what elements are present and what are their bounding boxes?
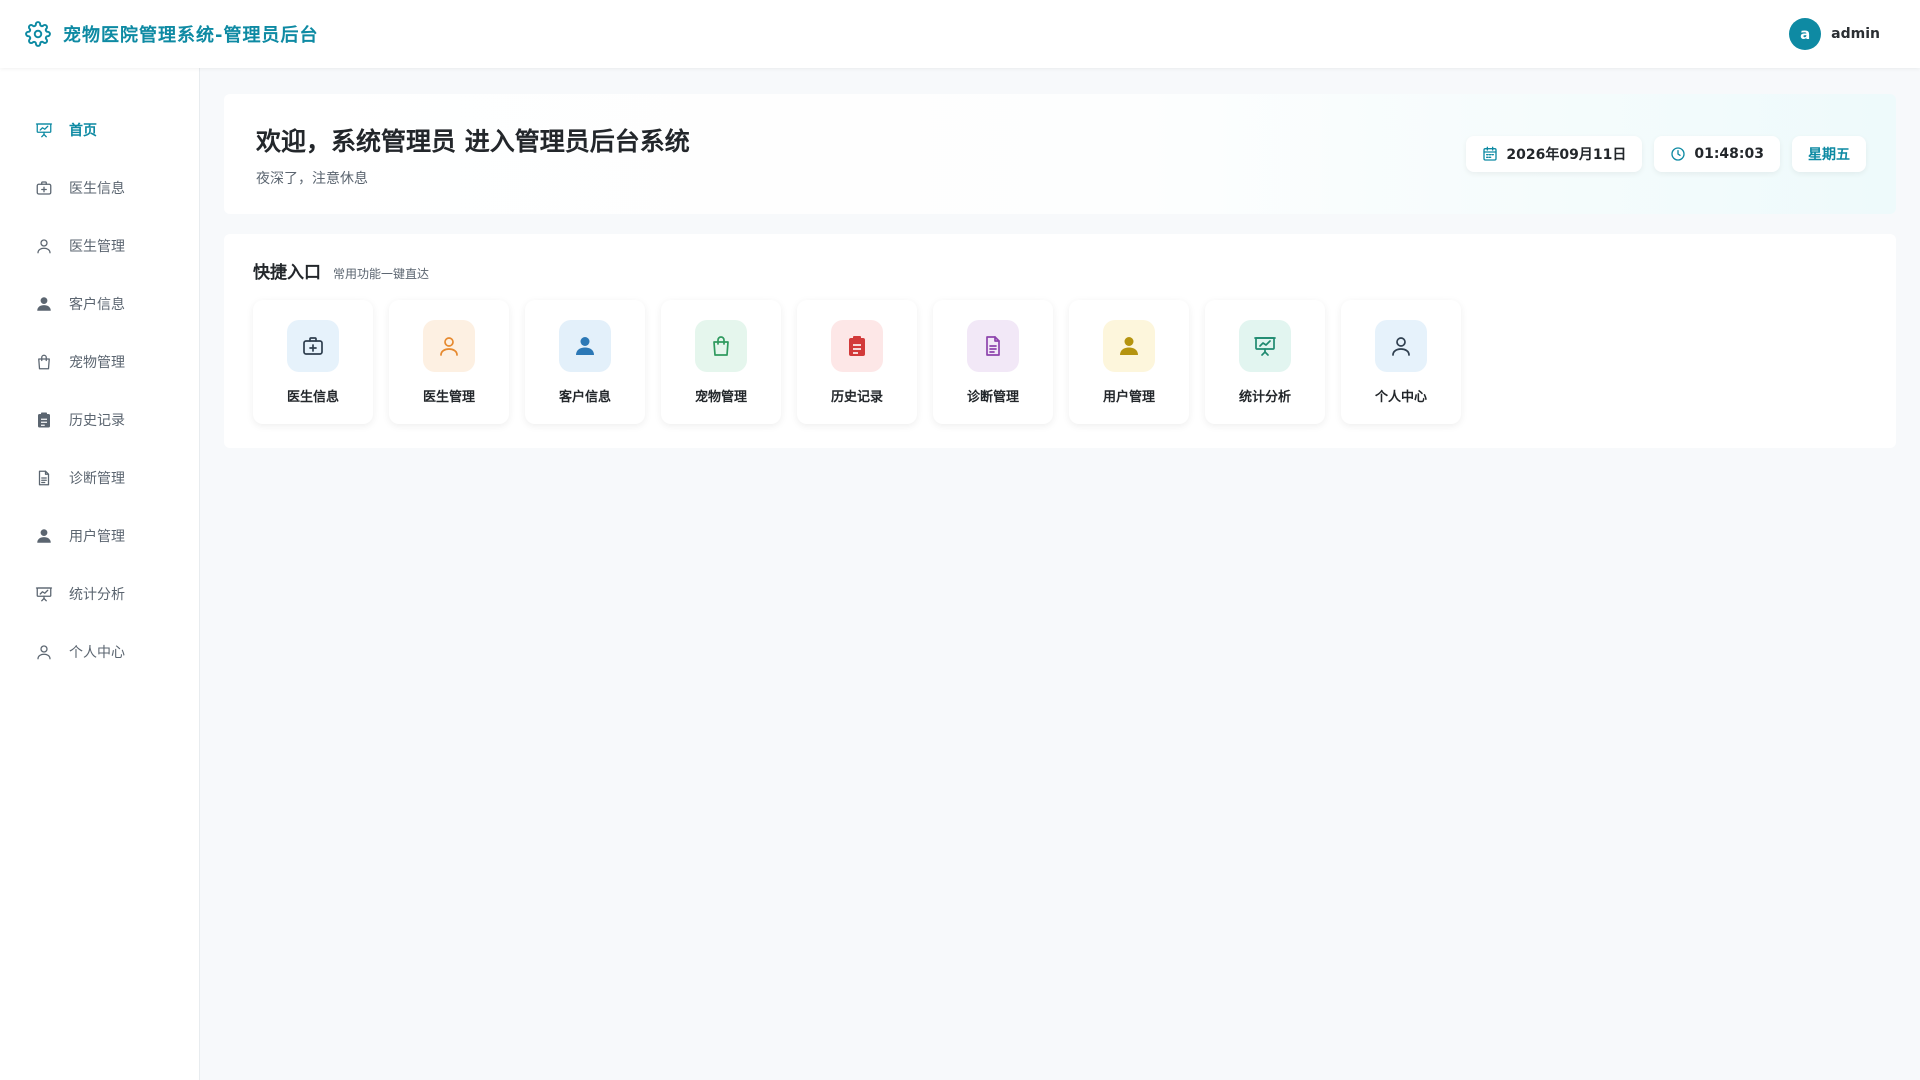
presentation-chart-icon <box>35 121 53 139</box>
quick-tile-label: 诊断管理 <box>966 390 1019 405</box>
quick-access-subtitle: 常用功能一键直达 <box>333 267 430 281</box>
app-title: 宠物医院管理系统-管理员后台 <box>63 25 319 46</box>
sidebar-item-8[interactable]: 统计分析 <box>0 565 199 623</box>
quick-access-title: 快捷入口 <box>253 263 321 283</box>
sidebar-item-1[interactable]: 医生信息 <box>0 159 199 217</box>
quick-tile-label: 宠物管理 <box>694 390 747 405</box>
quick-tile-label: 个人中心 <box>1374 390 1427 405</box>
user-menu[interactable]: a admin <box>1789 18 1880 50</box>
quick-tile-1[interactable]: 医生管理 <box>389 300 509 424</box>
clipboard-icon <box>831 320 883 372</box>
welcome-banner: 欢迎，系统管理员 进入管理员后台系统 夜深了，注意休息 2026年09月11日 <box>224 94 1896 214</box>
quick-tile-label: 医生管理 <box>422 390 475 405</box>
weekday-text: 星期五 <box>1808 147 1850 163</box>
quick-tile-7[interactable]: 统计分析 <box>1205 300 1325 424</box>
quick-access-tiles: 医生信息 医生管理 客户信息 宠物管理 历史记录 诊断管理 用户管理 统计分析 个人中心 <box>253 300 1477 424</box>
user-filled-icon <box>559 320 611 372</box>
top-bar: 宠物医院管理系统-管理员后台 a admin <box>0 0 1920 68</box>
quick-tile-label: 客户信息 <box>558 390 611 405</box>
clock-icon <box>1670 146 1686 162</box>
sidebar-item-label: 宠物管理 <box>69 355 125 371</box>
clipboard-icon <box>35 411 53 429</box>
sidebar-item-4[interactable]: 宠物管理 <box>0 333 199 391</box>
user-outline-icon <box>1375 320 1427 372</box>
gear-icon <box>25 21 51 47</box>
sidebar-item-7[interactable]: 用户管理 <box>0 507 199 565</box>
quick-tile-5[interactable]: 诊断管理 <box>933 300 1053 424</box>
sidebar: 首页医生信息医生管理客户信息宠物管理历史记录诊断管理用户管理统计分析个人中心 <box>0 68 200 1080</box>
datetime-chips: 2026年09月11日 01:48:03 星期五 <box>1454 136 1866 172</box>
username[interactable]: admin <box>1831 26 1880 42</box>
quick-tile-label: 统计分析 <box>1238 390 1291 405</box>
brand[interactable]: 宠物医院管理系统-管理员后台 <box>25 21 318 47</box>
sidebar-item-0[interactable]: 首页 <box>0 101 199 159</box>
sidebar-item-5[interactable]: 历史记录 <box>0 391 199 449</box>
sidebar-item-label: 历史记录 <box>69 413 125 429</box>
sidebar-item-label: 用户管理 <box>69 529 125 545</box>
sidebar-item-label: 医生管理 <box>69 239 125 255</box>
sidebar-item-label: 个人中心 <box>69 645 125 661</box>
presentation-chart-icon <box>1239 320 1291 372</box>
user-outline-icon <box>423 320 475 372</box>
medical-kit-icon <box>35 179 53 197</box>
time-text: 01:48:03 <box>1694 146 1764 162</box>
document-icon <box>35 469 53 487</box>
calendar-icon <box>1482 146 1498 162</box>
sidebar-item-2[interactable]: 医生管理 <box>0 217 199 275</box>
quick-access-panel: 快捷入口 常用功能一键直达 医生信息 医生管理 客户信息 宠物管理 历史记录 诊断管理 用户… <box>224 234 1896 448</box>
sidebar-item-6[interactable]: 诊断管理 <box>0 449 199 507</box>
shopping-bag-icon <box>35 353 53 371</box>
sidebar-item-3[interactable]: 客户信息 <box>0 275 199 333</box>
weekday-chip: 星期五 <box>1792 136 1866 172</box>
quick-tile-2[interactable]: 客户信息 <box>525 300 645 424</box>
sidebar-item-label: 医生信息 <box>69 181 125 197</box>
sidebar-item-9[interactable]: 个人中心 <box>0 623 199 681</box>
presentation-chart-icon <box>35 585 53 603</box>
shopping-bag-icon <box>695 320 747 372</box>
sidebar-item-label: 统计分析 <box>69 587 125 603</box>
quick-tile-label: 历史记录 <box>830 390 883 405</box>
sidebar-item-label: 客户信息 <box>69 297 125 313</box>
sidebar-menu: 首页医生信息医生管理客户信息宠物管理历史记录诊断管理用户管理统计分析个人中心 <box>0 68 199 681</box>
quick-tile-0[interactable]: 医生信息 <box>253 300 373 424</box>
time-chip: 01:48:03 <box>1654 136 1780 172</box>
quick-access-header: 快捷入口 常用功能一键直达 <box>253 258 429 283</box>
quick-tile-3[interactable]: 宠物管理 <box>661 300 781 424</box>
sidebar-item-label: 诊断管理 <box>69 471 125 487</box>
date-chip: 2026年09月11日 <box>1466 136 1643 172</box>
user-filled-icon <box>35 295 53 313</box>
quick-tile-label: 医生信息 <box>286 390 339 405</box>
sidebar-item-label: 首页 <box>69 123 97 139</box>
welcome-subtitle: 夜深了，注意休息 <box>256 171 368 187</box>
user-outline-icon <box>35 237 53 255</box>
welcome-title: 欢迎，系统管理员 进入管理员后台系统 <box>256 127 690 156</box>
avatar[interactable]: a <box>1789 18 1822 50</box>
medical-kit-icon <box>287 320 339 372</box>
user-outline-icon <box>35 643 53 661</box>
quick-tile-label: 用户管理 <box>1102 390 1155 405</box>
quick-tile-6[interactable]: 用户管理 <box>1069 300 1189 424</box>
date-text: 2026年09月11日 <box>1506 147 1627 163</box>
user-filled-icon <box>35 527 53 545</box>
user-filled-icon <box>1103 320 1155 372</box>
quick-tile-8[interactable]: 个人中心 <box>1341 300 1461 424</box>
quick-tile-4[interactable]: 历史记录 <box>797 300 917 424</box>
document-icon <box>967 320 1019 372</box>
